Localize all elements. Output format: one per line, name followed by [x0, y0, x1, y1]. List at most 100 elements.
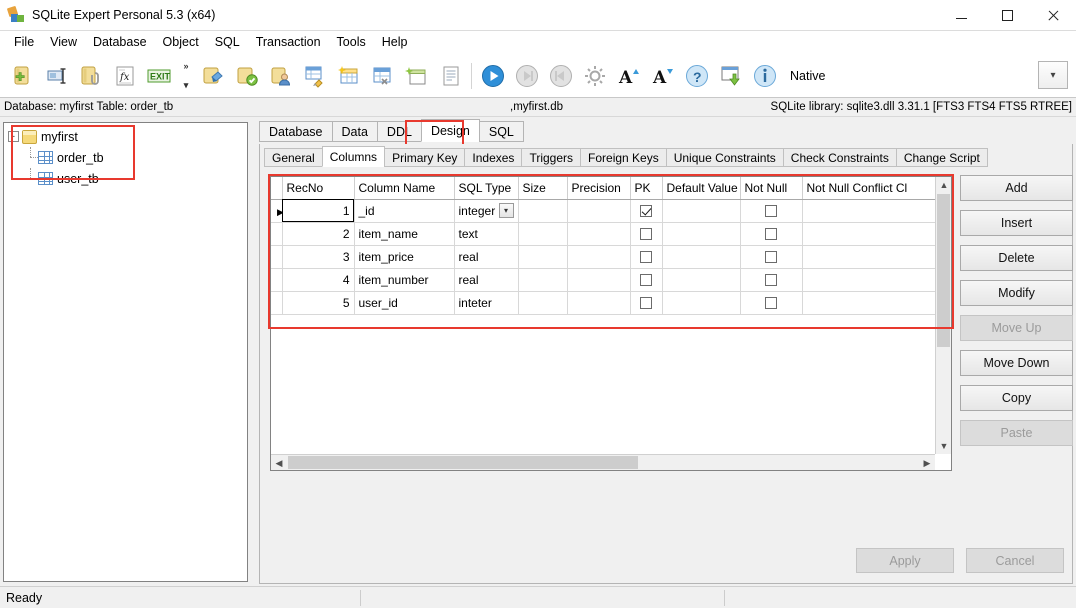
header-pk[interactable]: PK — [630, 177, 663, 200]
tree-expander-icon[interactable]: - — [8, 131, 19, 142]
info-icon[interactable] — [748, 59, 782, 93]
delete-button[interactable]: Delete — [960, 245, 1073, 271]
cell-not-null[interactable] — [740, 199, 803, 223]
exit-icon[interactable]: EXIT — [142, 59, 176, 93]
subtab-primary-key[interactable]: Primary Key — [384, 148, 466, 167]
cell-pk[interactable] — [630, 268, 663, 292]
toolbar-expand-combo[interactable]: ▾ — [1038, 61, 1068, 89]
close-button[interactable] — [1030, 0, 1076, 31]
refresh-database-icon[interactable] — [196, 59, 230, 93]
grid-horizontal-scrollbar[interactable]: ◀ ▶ — [271, 454, 935, 470]
cell-column-name[interactable]: item_number — [354, 268, 455, 292]
cell-sql-type[interactable]: real — [454, 268, 519, 292]
step-forward-icon[interactable] — [510, 59, 544, 93]
header-size[interactable]: Size — [518, 177, 568, 200]
move-down-button[interactable]: Move Down — [960, 350, 1073, 376]
verify-database-icon[interactable] — [230, 59, 264, 93]
pk-checkbox[interactable] — [640, 228, 652, 241]
rename-database-icon[interactable] — [40, 59, 74, 93]
cell-not-null[interactable] — [740, 245, 803, 269]
cell-pk[interactable] — [630, 199, 663, 223]
subtab-general[interactable]: General — [264, 148, 323, 167]
cell-column-name[interactable]: _id — [354, 199, 455, 223]
insert-button[interactable]: Insert — [960, 210, 1073, 236]
columns-grid[interactable]: RecNo Column Name SQL Type Size Precisio… — [270, 176, 952, 471]
tree-node-myfirst[interactable]: - myfirst — [4, 126, 247, 147]
import-icon[interactable] — [714, 59, 748, 93]
subtab-change-script[interactable]: Change Script — [895, 148, 988, 167]
cell-default-value[interactable] — [662, 199, 741, 223]
menu-database[interactable]: Database — [85, 32, 155, 52]
header-not-null-conflict[interactable]: Not Null Conflict Cl — [802, 177, 935, 200]
new-database-icon[interactable] — [6, 59, 40, 93]
chevron-down-icon[interactable]: ▼ — [936, 438, 951, 454]
chevron-down-icon[interactable]: ▾ — [498, 203, 514, 218]
header-recno[interactable]: RecNo — [282, 177, 355, 200]
script-icon[interactable] — [434, 59, 468, 93]
subtab-foreign-keys[interactable]: Foreign Keys — [580, 148, 667, 167]
cell-not-null-conflict[interactable] — [802, 245, 935, 269]
cell-not-null-conflict[interactable] — [802, 268, 935, 292]
cell-default-value[interactable] — [662, 291, 741, 315]
cell-sql-type[interactable]: text — [454, 222, 519, 246]
subtab-triggers[interactable]: Triggers — [521, 148, 582, 167]
table-row[interactable]: ▶ 1 _id integer ▾ — [271, 199, 935, 223]
subtab-columns[interactable]: Columns — [321, 146, 386, 167]
cell-pk[interactable] — [630, 245, 663, 269]
menu-transaction[interactable]: Transaction — [248, 32, 329, 52]
not-null-checkbox[interactable] — [765, 297, 777, 310]
tab-data[interactable]: Data — [331, 121, 378, 142]
cell-not-null[interactable] — [740, 291, 803, 315]
cell-not-null-conflict[interactable] — [802, 291, 935, 315]
cell-recno[interactable]: 3 — [282, 245, 355, 269]
decrease-font-icon[interactable]: A — [646, 59, 680, 93]
tree-node-order-tb[interactable]: order_tb — [4, 147, 247, 168]
add-button[interactable]: Add — [960, 175, 1073, 201]
cell-size[interactable] — [518, 268, 568, 292]
attach-database-icon[interactable] — [74, 59, 108, 93]
table-row[interactable]: 3 item_price real — [271, 245, 935, 269]
table-row[interactable]: 5 user_id inteter — [271, 291, 935, 315]
cell-default-value[interactable] — [662, 245, 741, 269]
cell-size[interactable] — [518, 291, 568, 315]
pk-checkbox[interactable] — [640, 251, 652, 264]
chevron-right-icon[interactable]: ▶ — [919, 455, 935, 470]
help-icon[interactable]: ? — [680, 59, 714, 93]
cell-sql-type[interactable]: inteter — [454, 291, 519, 315]
tab-ddl[interactable]: DDL — [376, 121, 422, 142]
not-null-checkbox[interactable] — [765, 251, 777, 264]
table-row[interactable]: 4 item_number real — [271, 268, 935, 292]
toolbar-overflow-chevron[interactable]: » ▾ — [176, 59, 196, 93]
menu-sql[interactable]: SQL — [207, 32, 248, 52]
copy-button[interactable]: Copy — [960, 385, 1073, 411]
not-null-checkbox[interactable] — [765, 228, 777, 241]
cell-size[interactable] — [518, 245, 568, 269]
pk-checkbox[interactable] — [640, 274, 652, 287]
header-column-name[interactable]: Column Name — [354, 177, 455, 200]
menu-tools[interactable]: Tools — [329, 32, 374, 52]
horizontal-scroll-thumb[interactable] — [288, 456, 638, 469]
modify-button[interactable]: Modify — [960, 280, 1073, 306]
vertical-scroll-thumb[interactable] — [937, 194, 950, 347]
function-fx-icon[interactable]: fx — [108, 59, 142, 93]
cell-precision[interactable] — [567, 222, 631, 246]
cell-not-null-conflict[interactable] — [802, 199, 935, 223]
tab-sql[interactable]: SQL — [478, 121, 524, 142]
execute-icon[interactable] — [476, 59, 510, 93]
cell-size[interactable] — [518, 199, 568, 223]
cell-column-name[interactable]: item_name — [354, 222, 455, 246]
cell-precision[interactable] — [567, 291, 631, 315]
subtab-check-constraints[interactable]: Check Constraints — [782, 148, 897, 167]
cell-sql-type[interactable]: integer ▾ — [454, 199, 519, 223]
cell-recno[interactable]: 5 — [282, 291, 355, 315]
header-precision[interactable]: Precision — [567, 177, 631, 200]
chevron-left-icon[interactable]: ◀ — [271, 455, 287, 470]
new-table-icon[interactable] — [332, 59, 366, 93]
grid-vertical-scrollbar[interactable]: ▲ ▼ — [935, 177, 951, 454]
tab-design[interactable]: Design — [420, 119, 480, 142]
not-null-checkbox[interactable] — [765, 205, 777, 218]
menu-object[interactable]: Object — [155, 32, 207, 52]
cell-precision[interactable] — [567, 268, 631, 292]
cell-precision[interactable] — [567, 199, 631, 223]
pk-checkbox[interactable] — [640, 297, 652, 310]
